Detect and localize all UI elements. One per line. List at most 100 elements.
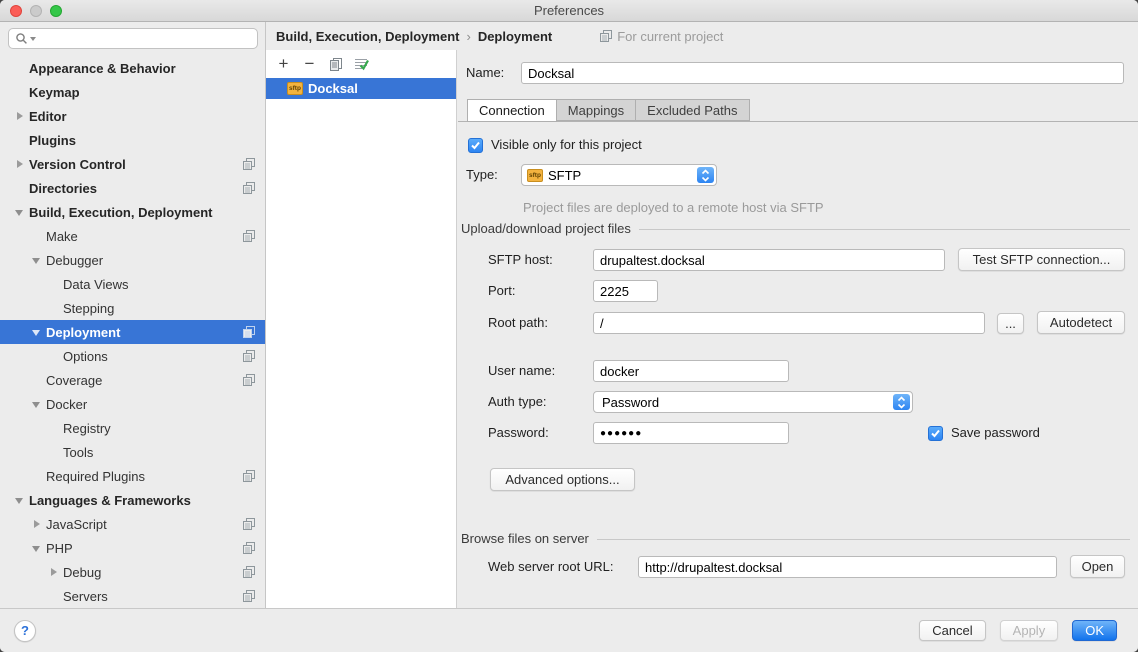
name-input[interactable] [521,62,1124,84]
server-list-column: +− sftp Docksal [266,50,457,608]
web-root-input[interactable] [638,556,1057,578]
sidebar-item-languages-frameworks[interactable]: Languages & Frameworks [0,488,265,512]
close-window-button[interactable] [10,5,22,17]
sidebar-item-label: Docker [46,397,87,412]
tab-excluded-paths[interactable]: Excluded Paths [635,99,749,121]
sidebar-item-required-plugins[interactable]: Required Plugins [0,464,265,488]
zoom-window-button[interactable] [50,5,62,17]
sidebar-item-debug[interactable]: Debug [0,560,265,584]
tree-expanded-arrow-icon[interactable] [29,536,46,560]
sidebar-item-options[interactable]: Options [0,344,265,368]
cancel-button[interactable]: Cancel [919,620,985,641]
sidebar-item-label: Data Views [63,277,129,292]
sidebar-item-appearance-behavior[interactable]: Appearance & Behavior [0,56,265,80]
sidebar-item-label: Tools [63,445,93,460]
sidebar-item-build-execution-deployment[interactable]: Build, Execution, Deployment [0,200,265,224]
root-path-label: Root path: [488,312,548,334]
sidebar-item-directories[interactable]: Directories [0,176,265,200]
tree-collapsed-arrow-icon[interactable] [12,152,29,176]
sidebar-item-keymap[interactable]: Keymap [0,80,265,104]
browse-group-title: Browse files on server [461,531,589,546]
user-name-input[interactable] [593,360,789,382]
tree-collapsed-arrow-icon[interactable] [46,560,63,584]
sidebar-item-make[interactable]: Make [0,224,265,248]
tree-expanded-arrow-icon[interactable] [12,488,29,512]
help-button[interactable]: ? [14,620,36,642]
password-input[interactable] [593,422,789,444]
sidebar-item-docker[interactable]: Docker [0,392,265,416]
auth-type-select[interactable]: Password [593,391,913,413]
settings-tabs: ConnectionMappingsExcluded Paths [468,99,750,122]
port-label: Port: [488,280,515,302]
tree-collapsed-arrow-icon[interactable] [12,104,29,128]
tab-connection[interactable]: Connection [467,99,557,122]
visible-only-checkbox[interactable] [468,138,483,153]
sidebar-item-label: Debug [63,565,101,580]
sidebar-item-servers[interactable]: Servers [0,584,265,608]
sidebar-item-php[interactable]: PHP [0,536,265,560]
project-scope-icon [243,542,255,554]
sidebar-item-coverage[interactable]: Coverage [0,368,265,392]
breadcrumb-separator: › [466,29,470,44]
sftp-host-input[interactable] [593,249,945,271]
tree-expanded-arrow-icon[interactable] [12,200,29,224]
upload-group-header: Upload/download project files [461,221,1130,236]
sidebar-item-version-control[interactable]: Version Control [0,152,265,176]
sidebar-item-editor[interactable]: Editor [0,104,265,128]
copy-server-icon[interactable] [328,57,343,72]
ok-button[interactable]: OK [1072,620,1117,641]
sidebar-item-label: Appearance & Behavior [29,61,176,76]
project-scope-icon [600,30,612,42]
search-options-caret-icon[interactable] [30,37,36,41]
tab-mappings[interactable]: Mappings [556,99,636,121]
project-scope-icon [243,350,255,362]
tree-collapsed-arrow-icon[interactable] [29,512,46,536]
port-input[interactable] [593,280,658,302]
settings-sidebar: Appearance & Behavior Keymap Editor Plugins… [0,22,266,608]
open-url-button[interactable]: Open [1070,555,1125,578]
sidebar-item-label: JavaScript [46,517,107,532]
apply-button[interactable]: Apply [1000,620,1059,641]
sidebar-item-deployment[interactable]: Deployment [0,320,265,344]
tree-indent-spacer [29,224,46,248]
type-select[interactable]: sftp SFTP [521,164,717,186]
project-scope-icon [243,470,255,482]
save-password-label: Save password [951,422,1040,444]
sidebar-item-label: Editor [29,109,67,124]
sidebar-item-label: Debugger [46,253,103,268]
project-scope-icon [243,566,255,578]
sidebar-item-javascript[interactable]: JavaScript [0,512,265,536]
server-item-docksal[interactable]: sftp Docksal [266,78,456,99]
breadcrumb-bar: Build, Execution, Deployment › Deploymen… [266,22,1138,50]
add-server-icon[interactable]: + [276,57,291,72]
tree-expanded-arrow-icon[interactable] [29,392,46,416]
sidebar-item-registry[interactable]: Registry [0,416,265,440]
sidebar-item-debugger[interactable]: Debugger [0,248,265,272]
root-path-input[interactable] [593,312,985,334]
browse-root-path-button[interactable]: ... [997,313,1024,334]
use-as-default-icon[interactable] [354,57,369,72]
server-list-toolbar: +− [266,50,456,78]
tree-indent-spacer [46,416,63,440]
sidebar-item-plugins[interactable]: Plugins [0,128,265,152]
save-password-checkbox[interactable] [928,426,943,441]
test-connection-button[interactable]: Test SFTP connection... [958,248,1125,271]
sidebar-item-label: Stepping [63,301,114,316]
tree-indent-spacer [12,80,29,104]
tree-expanded-arrow-icon[interactable] [29,320,46,344]
minimize-window-button[interactable] [30,5,42,17]
type-select-value: SFTP [548,168,581,183]
sidebar-item-label: Registry [63,421,111,436]
settings-search-field[interactable] [8,28,258,49]
server-list: sftp Docksal [266,78,456,99]
advanced-options-button[interactable]: Advanced options... [490,468,635,491]
sidebar-item-stepping[interactable]: Stepping [0,296,265,320]
project-scope-icon [243,590,255,602]
tree-expanded-arrow-icon[interactable] [29,248,46,272]
autodetect-button[interactable]: Autodetect [1037,311,1125,334]
project-scope-icon [243,518,255,530]
sidebar-item-tools[interactable]: Tools [0,440,265,464]
sidebar-item-data-views[interactable]: Data Views [0,272,265,296]
breadcrumb-segment: Deployment [478,29,552,44]
remove-server-icon[interactable]: − [302,57,317,72]
